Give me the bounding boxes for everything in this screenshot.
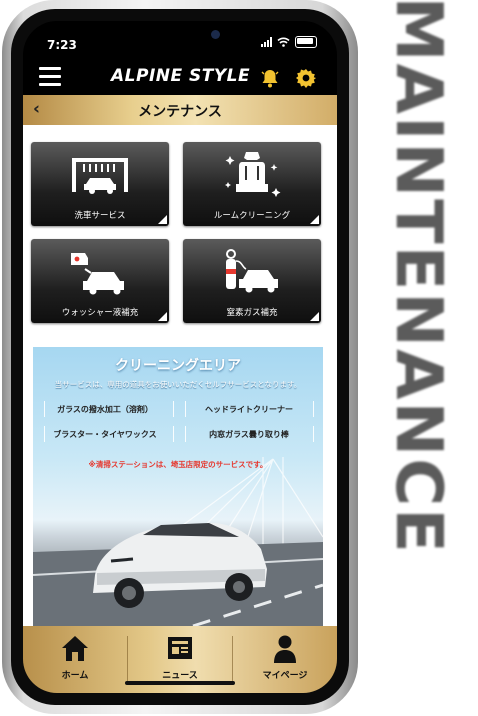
divider [185, 401, 186, 417]
home-indicator [125, 681, 235, 685]
divider [44, 426, 45, 442]
service-tile-nitrogen-gas[interactable]: 窒素ガス補充 [183, 239, 321, 323]
car-wash-icon [72, 158, 128, 194]
page-title: メンテナンス [138, 104, 222, 120]
service-tile-car-wash[interactable]: 洗車サービス [31, 142, 169, 226]
divider [44, 401, 45, 417]
battery-icon [295, 36, 317, 48]
divider [313, 401, 314, 417]
banner-title: クリーニングエリア [115, 358, 241, 374]
corner-marker [310, 312, 319, 321]
washer-fluid-icon [71, 253, 124, 295]
bell-icon[interactable] [259, 67, 281, 89]
service-tile-washer-fluid[interactable]: ウォッシャー液補充 [31, 239, 169, 323]
notch [93, 21, 265, 51]
tab-mypage[interactable]: マイページ [233, 626, 337, 693]
divider [173, 426, 174, 442]
service-item: 内窓ガラス曇り取り棒 [209, 430, 289, 439]
person-icon [274, 635, 296, 663]
app-bar: ALPINE STYLE [23, 61, 337, 95]
corner-marker [158, 312, 167, 321]
nitrogen-gas-icon [226, 249, 278, 293]
divider [173, 401, 174, 417]
service-label: ルームクリーニング [213, 211, 291, 221]
service-item: ガラスの撥水加工（溶剤） [57, 405, 153, 414]
service-tile-room-cleaning[interactable]: ルームクリーニング [183, 142, 321, 226]
tab-label: ニュース [162, 671, 198, 681]
brand-logo: ALPINE STYLE [111, 66, 251, 86]
main-content: ‹ メンテナンス 洗車サービス ルームクリーニング ウォッシャー液補充 窒素ガス… [23, 95, 337, 626]
app-screen: 7:23 ALPINE STYLE ‹ メンテナンス 洗車サービス ルームクリー… [23, 21, 337, 693]
service-label: 窒素ガス補充 [226, 308, 278, 318]
banner-notice: ※清掃ステーションは、埼玉店限定のサービスです。 [88, 460, 268, 469]
menu-icon[interactable] [39, 67, 61, 87]
car-seat-cleaning-icon [225, 152, 281, 197]
news-icon [168, 637, 192, 659]
divider [313, 426, 314, 442]
service-label: ウォッシャー液補充 [61, 308, 139, 318]
corner-marker [158, 215, 167, 224]
home-icon [62, 636, 88, 661]
page-header: ‹ メンテナンス [23, 95, 337, 125]
service-label: 洗車サービス [74, 211, 126, 221]
banner-subtitle: 当サービスは、専用の道具をお使いいただくセルフサービスとなります。 [54, 380, 302, 389]
cleaning-area-banner[interactable]: クリーニングエリア 当サービスは、専用の道具をお使いいただくセルフサービスとなり… [33, 347, 323, 626]
tab-home[interactable]: ホーム [23, 626, 127, 693]
gear-icon[interactable] [295, 67, 317, 89]
status-time: 7:23 [47, 38, 77, 52]
maintenance-wordmark: MAINTENANCE [381, 0, 455, 555]
divider [185, 426, 186, 442]
tab-label: ホーム [61, 671, 89, 681]
service-item: ヘッドライトクリーナー [205, 405, 293, 414]
tab-label: マイページ [262, 671, 308, 681]
wifi-icon [277, 37, 290, 47]
service-item: ブラスター・タイヤワックス [53, 430, 157, 439]
corner-marker [310, 215, 319, 224]
